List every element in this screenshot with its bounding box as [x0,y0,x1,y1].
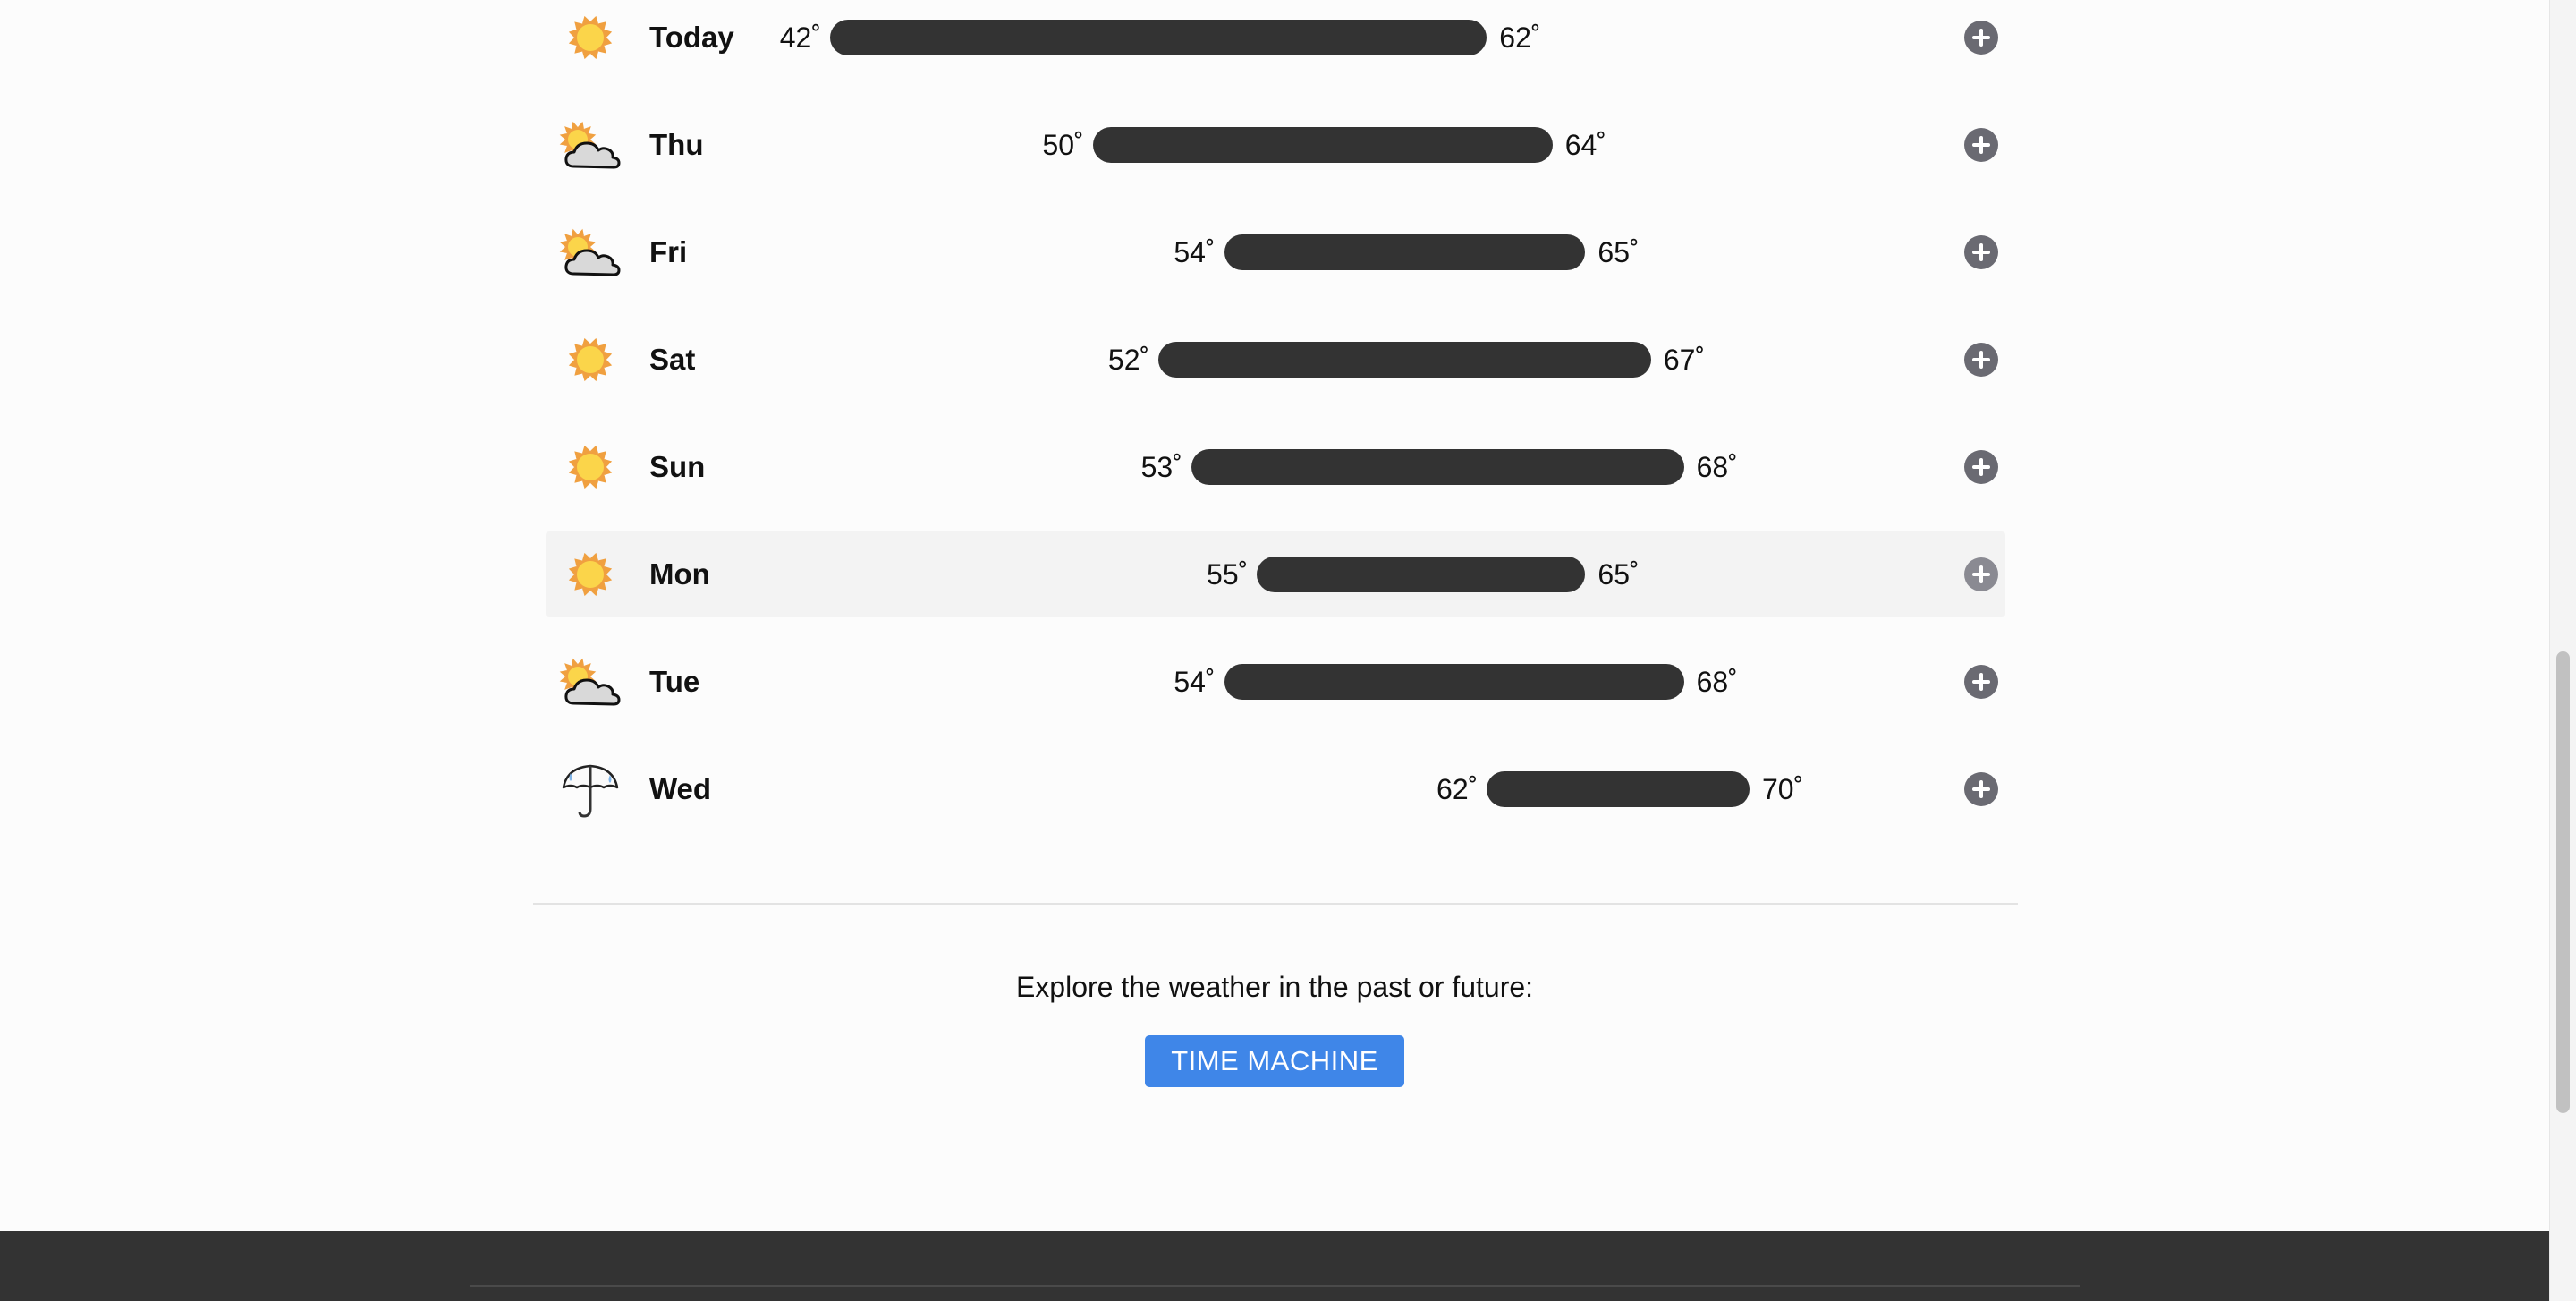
expand-plus-icon[interactable] [1964,772,1998,806]
temp-range-bar [1257,557,1586,592]
low-temp: 50˚ [1042,129,1084,161]
temp-range-bar [1487,771,1750,807]
time-machine-prompt: Explore the weather in the past or futur… [1015,971,1534,1003]
high-temp: 65˚ [1597,236,1640,268]
partly-cloudy-icon [558,113,623,177]
section-divider [533,903,2018,905]
partly-cloudy-icon [558,220,623,285]
partly-cloudy-icon [558,650,623,714]
sun-icon [558,327,623,392]
day-name: Sun [649,450,706,483]
page-scrollbar[interactable] [2549,0,2576,1301]
high-temp: 65˚ [1597,558,1640,591]
high-temp: 68˚ [1696,666,1738,698]
expand-plus-icon[interactable] [1964,665,1998,699]
temp-range-bar [1224,664,1684,700]
temp-range-bar [1158,342,1651,378]
sun-icon [558,542,623,607]
high-temp: 67˚ [1663,344,1706,376]
rain-umbrella-icon [558,757,623,821]
day-name: Fri [649,235,688,268]
expand-plus-icon[interactable] [1964,557,1998,591]
high-temp: 70˚ [1762,773,1804,805]
temp-range-bar [1191,449,1684,485]
low-temp: 54˚ [1174,236,1216,268]
forecast-row-sat[interactable]: Sat 52˚ 67˚ [546,317,2005,403]
day-name: Thu [649,128,704,161]
temp-range-bar [830,20,1487,55]
low-temp: 53˚ [1140,451,1182,483]
day-name: Mon [649,557,710,591]
low-temp: 54˚ [1174,666,1216,698]
forecast-row-wed[interactable]: Wed 62˚ 70˚ [546,746,2005,832]
forecast-row-today[interactable]: Today 42˚ 62˚ [546,0,2005,81]
temp-range-bar [1224,234,1586,270]
high-temp: 64˚ [1564,129,1606,161]
temp-range-bar [1092,127,1553,163]
day-name: Today [649,21,734,54]
day-name: Sat [649,343,696,376]
day-name: Tue [649,665,700,698]
low-temp: 55˚ [1207,558,1249,591]
forecast-row-thu[interactable]: Thu 50˚ 64˚ [546,102,2005,188]
forecast-row-fri[interactable]: Fri 54˚ 65˚ [546,209,2005,295]
high-temp: 62˚ [1499,21,1541,54]
sun-icon [558,435,623,499]
high-temp: 68˚ [1696,451,1738,483]
time-machine-button[interactable]: TIME MACHINE [1145,1035,1404,1087]
low-temp: 52˚ [1107,344,1150,376]
low-temp: 62˚ [1436,773,1479,805]
forecast-row-mon[interactable]: Mon 55˚ 65˚ [546,531,2005,617]
expand-plus-icon[interactable] [1964,21,1998,55]
expand-plus-icon[interactable] [1964,450,1998,484]
footer-divider [470,1285,2080,1287]
sun-icon [558,5,623,70]
footer [0,1231,2549,1301]
expand-plus-icon[interactable] [1964,343,1998,377]
low-temp: 42˚ [779,21,821,54]
forecast-row-sun[interactable]: Sun 53˚ 68˚ [546,424,2005,510]
scrollbar-thumb[interactable] [2556,651,2570,1113]
page: Today 42˚ 62˚ Thu 50˚ 64˚ Fri 54˚ 65˚ Sat 52˚ 67˚… [0,0,2549,1301]
forecast-row-tue[interactable]: Tue 54˚ 68˚ [546,639,2005,725]
day-name: Wed [649,772,712,805]
expand-plus-icon[interactable] [1964,235,1998,269]
expand-plus-icon[interactable] [1964,128,1998,162]
